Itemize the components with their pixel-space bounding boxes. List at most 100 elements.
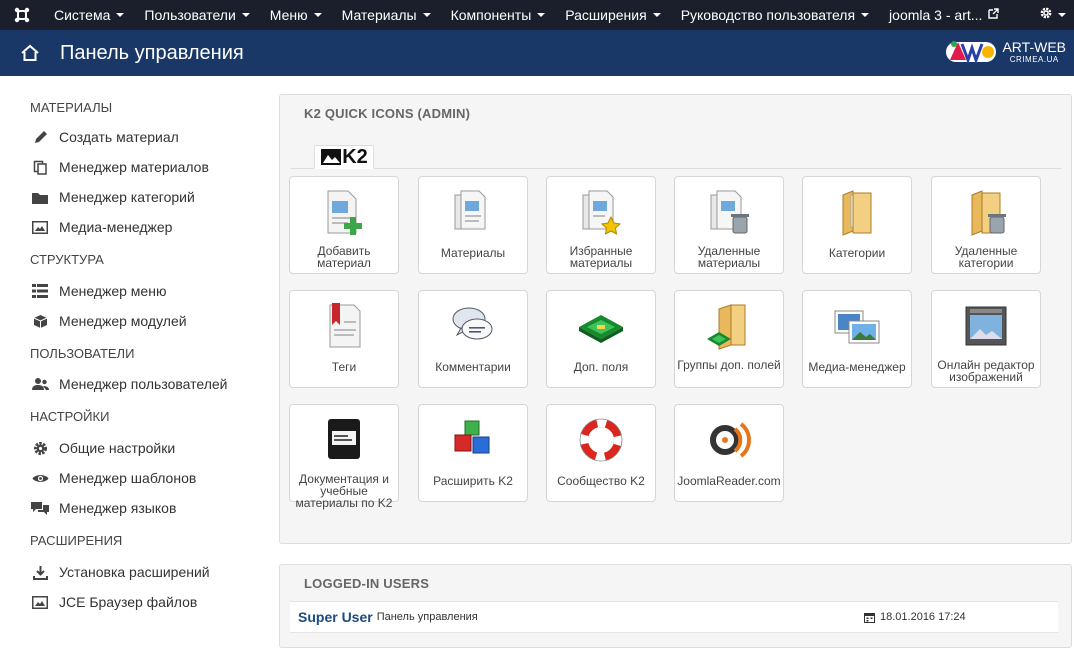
chevron-down-icon bbox=[652, 13, 661, 17]
quick-icon-tags[interactable]: Теги bbox=[289, 290, 399, 388]
user-link[interactable]: Super User bbox=[298, 609, 373, 625]
joomlareader-icon bbox=[675, 415, 783, 465]
brand-logo: ART-WEB CRIMEA.UA bbox=[942, 36, 1066, 68]
image-icon bbox=[30, 219, 50, 235]
sidebar-item-global-config[interactable]: Общие настройки bbox=[0, 433, 260, 463]
chevron-down-icon bbox=[116, 13, 125, 17]
quick-icon-image-editor[interactable]: Онлайн редактор изображений bbox=[931, 290, 1041, 388]
add-item-icon bbox=[290, 187, 398, 237]
menu-system[interactable]: Система bbox=[44, 0, 134, 30]
quick-icon-items[interactable]: Материалы bbox=[418, 176, 528, 274]
chevron-down-icon bbox=[313, 13, 322, 17]
pencil-icon bbox=[30, 129, 50, 145]
joomla-logo-icon[interactable] bbox=[0, 0, 44, 30]
image-editor-icon bbox=[932, 301, 1040, 351]
sidebar-heading-structure: СТРУКТУРА bbox=[30, 252, 104, 267]
items-icon bbox=[419, 187, 527, 237]
k2-logo-icon bbox=[321, 149, 342, 165]
menu-components[interactable]: Компоненты bbox=[441, 0, 556, 30]
sidebar-heading-extensions: РАСШИРЕНИЯ bbox=[30, 533, 123, 548]
quick-icon-extra-fields[interactable]: Доп. поля bbox=[546, 290, 656, 388]
quick-icon-trashed-categories[interactable]: Удаленные категории bbox=[931, 176, 1041, 274]
tab-k2[interactable]: K2 bbox=[314, 145, 374, 169]
sidebar-item-jce-browser[interactable]: JCE Браузер файлов bbox=[0, 587, 260, 617]
site-link[interactable]: joomla 3 - art... bbox=[879, 0, 1009, 30]
top-navbar: Система Пользователи Меню Материалы Комп… bbox=[0, 0, 1074, 30]
cog-icon bbox=[30, 440, 50, 456]
chevron-down-icon bbox=[1058, 13, 1066, 17]
tags-icon bbox=[290, 301, 398, 351]
sidebar-heading-content: МАТЕРИАЛЫ bbox=[30, 100, 113, 115]
extra-fields-icon bbox=[547, 301, 655, 351]
logged-in-users-panel: LOGGED-IN USERS Super User Панель управл… bbox=[279, 564, 1072, 648]
users-icon bbox=[30, 376, 50, 392]
quick-icon-categories[interactable]: Категории bbox=[802, 176, 912, 274]
sidebar-heading-settings: НАСТРОЙКИ bbox=[30, 409, 110, 424]
menu-content[interactable]: Материалы bbox=[332, 0, 441, 30]
extra-field-groups-icon bbox=[675, 301, 783, 351]
top-menu: Система Пользователи Меню Материалы Комп… bbox=[44, 0, 1009, 30]
cube-icon bbox=[30, 313, 50, 329]
sidebar-item-media-manager[interactable]: Медиа-менеджер bbox=[0, 212, 260, 242]
external-link-icon bbox=[988, 8, 1000, 22]
sidebar-item-install-extensions[interactable]: Установка расширений bbox=[0, 557, 260, 587]
sidebar-item-create-item[interactable]: Создать материал bbox=[0, 122, 260, 152]
calendar-icon bbox=[864, 612, 875, 623]
quick-icon-extend-k2[interactable]: Расширить K2 bbox=[418, 404, 528, 502]
eye-icon bbox=[30, 470, 50, 486]
page-header: Панель управления ART-WEB CRIMEA.UA bbox=[0, 30, 1074, 76]
folder-icon bbox=[30, 189, 50, 205]
menu-extensions[interactable]: Расширения bbox=[555, 0, 670, 30]
extend-icon bbox=[419, 415, 527, 465]
login-time: 18.01.2016 17:24 bbox=[864, 611, 966, 623]
copy-icon bbox=[30, 159, 50, 175]
quick-icon-community[interactable]: Сообщество K2 bbox=[546, 404, 656, 502]
art-web-logo-icon bbox=[946, 41, 997, 65]
sidebar-item-module-manager[interactable]: Менеджер модулей bbox=[0, 306, 260, 336]
home-icon[interactable] bbox=[0, 44, 60, 62]
featured-items-icon bbox=[547, 187, 655, 237]
chevron-down-icon bbox=[861, 13, 870, 17]
trashed-categories-icon bbox=[932, 187, 1040, 237]
settings-dropdown[interactable] bbox=[1039, 0, 1066, 30]
chevron-down-icon bbox=[537, 13, 546, 17]
quick-icon-media-manager[interactable]: Медиа-менеджер bbox=[802, 290, 912, 388]
media-manager-icon bbox=[803, 301, 911, 351]
sidebar-item-template-manager[interactable]: Менеджер шаблонов bbox=[0, 463, 260, 493]
sidebar-item-category-manager[interactable]: Менеджер категорий bbox=[0, 182, 260, 212]
comments-icon bbox=[419, 301, 527, 351]
sidebar-item-user-manager[interactable]: Менеджер пользователей bbox=[0, 369, 260, 399]
chevron-down-icon bbox=[241, 13, 250, 17]
gear-icon bbox=[1039, 6, 1053, 25]
chevron-down-icon bbox=[422, 13, 431, 17]
sidebar-heading-users: ПОЛЬЗОВАТЕЛИ bbox=[30, 346, 135, 361]
quick-icon-documentation[interactable]: Документация и учебные материалы по K2 bbox=[289, 404, 399, 509]
quick-icon-add-item[interactable]: Добавить материал bbox=[289, 176, 399, 274]
categories-icon bbox=[803, 187, 911, 237]
quick-icon-trashed-items[interactable]: Удаленные материалы bbox=[674, 176, 784, 274]
k2-quick-icons-panel: K2 QUICK ICONS (ADMIN) K2 Добавить матер… bbox=[279, 94, 1072, 544]
user-location: Панель управления bbox=[376, 611, 478, 623]
sidebar: МАТЕРИАЛЫ Создать материал Менеджер мате… bbox=[0, 90, 260, 617]
download-icon bbox=[30, 564, 50, 580]
table-row: Super User Панель управления 18.01.2016 … bbox=[290, 601, 1058, 633]
documentation-icon bbox=[290, 415, 398, 465]
quick-icon-joomlareader[interactable]: JoomlaReader.com bbox=[674, 404, 784, 502]
menu-help[interactable]: Руководство пользователя bbox=[671, 0, 879, 30]
menu-menus[interactable]: Меню bbox=[260, 0, 332, 30]
sidebar-item-item-manager[interactable]: Менеджер материалов bbox=[0, 152, 260, 182]
menu-users[interactable]: Пользователи bbox=[134, 0, 259, 30]
quick-icon-featured-items[interactable]: Избранные материалы bbox=[546, 176, 656, 274]
sidebar-item-language-manager[interactable]: Менеджер языков bbox=[0, 493, 260, 523]
trashed-items-icon bbox=[675, 187, 783, 237]
sidebar-item-menu-manager[interactable]: Менеджер меню bbox=[0, 276, 260, 306]
picture-icon bbox=[30, 594, 50, 610]
panel-title: K2 QUICK ICONS (ADMIN) bbox=[304, 106, 471, 121]
quick-icon-extra-field-groups[interactable]: Группы доп. полей bbox=[674, 290, 784, 388]
community-icon bbox=[547, 415, 655, 465]
page-title: Панель управления bbox=[60, 41, 244, 64]
quick-icon-comments[interactable]: Комментарии bbox=[418, 290, 528, 388]
k2-tabs: K2 bbox=[290, 145, 1062, 169]
comments-icon bbox=[30, 500, 50, 516]
logged-panel-title: LOGGED-IN USERS bbox=[304, 576, 430, 591]
